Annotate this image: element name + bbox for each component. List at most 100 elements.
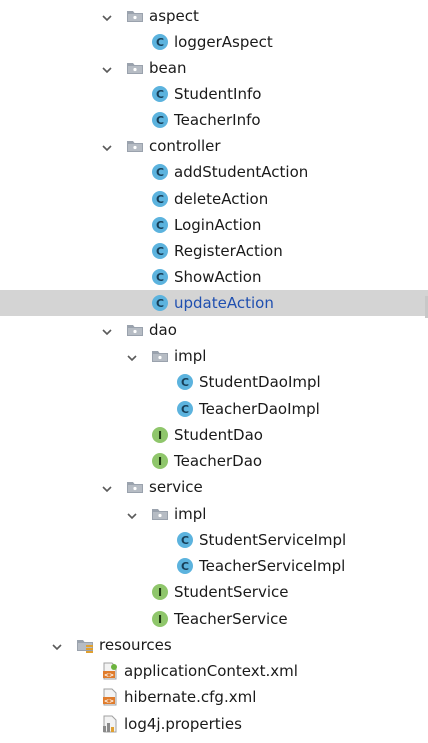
chevron-down-icon[interactable] [101,140,113,152]
tree-item-label: controller [149,137,221,155]
tree-item-label: applicationContext.xml [124,662,298,680]
class-icon: C [176,557,194,575]
tree-class-TeacherDaoImpl[interactable]: C TeacherDaoImpl [0,396,428,422]
svg-text:C: C [181,376,189,389]
interface-icon: I [151,583,169,601]
class-icon: C [151,85,169,103]
tree-class-RegisterAction[interactable]: C RegisterAction [0,238,428,264]
chevron-down-icon[interactable] [51,639,63,651]
interface-icon: I [151,452,169,470]
chevron-down-icon[interactable] [101,10,113,22]
tree-item-label: hibernate.cfg.xml [124,688,257,706]
resources-folder-icon [76,636,94,654]
svg-text:<>: <> [104,698,114,705]
tree-item-label: StudentService [174,583,289,601]
class-icon: C [151,190,169,208]
tree-package-service-impl[interactable]: impl [0,501,428,527]
tree-class-updateAction[interactable]: C updateAction [0,290,428,316]
tree-interface-TeacherService[interactable]: I TeacherService [0,606,428,632]
interface-icon: I [151,610,169,628]
folder-package-icon [126,137,144,155]
tree-item-label: aspect [149,7,199,25]
tree-item-label: StudentDaoImpl [199,373,321,391]
svg-text:C: C [181,403,189,416]
properties-file-icon [101,715,119,733]
svg-text:C: C [181,560,189,573]
tree-class-TeacherServiceImpl[interactable]: C TeacherServiceImpl [0,553,428,579]
class-icon: C [151,216,169,234]
tree-package-dao-impl[interactable]: impl [0,343,428,369]
folder-package-icon [126,7,144,25]
tree-package-aspect[interactable]: aspect [0,3,428,29]
project-tree: aspect C loggerAspect bean C StudentInfo… [0,0,428,743]
tree-class-StudentInfo[interactable]: C StudentInfo [0,81,428,107]
tree-interface-StudentService[interactable]: I StudentService [0,579,428,605]
tree-class-TeacherInfo[interactable]: C TeacherInfo [0,107,428,133]
svg-text:C: C [156,271,164,284]
chevron-down-icon[interactable] [126,350,138,362]
tree-interface-StudentDao[interactable]: I StudentDao [0,422,428,448]
tree-class-loggerAspect[interactable]: C loggerAspect [0,29,428,55]
tree-interface-TeacherDao[interactable]: I TeacherDao [0,448,428,474]
tree-item-label: bean [149,59,187,77]
tree-folder-resources[interactable]: resources [0,632,428,658]
svg-text:I: I [158,613,162,626]
svg-text:C: C [156,36,164,49]
svg-text:C: C [181,534,189,547]
tree-class-StudentServiceImpl[interactable]: C StudentServiceImpl [0,527,428,553]
class-icon: C [176,531,194,549]
folder-package-icon [151,505,169,523]
tree-file-log4j-properties[interactable]: log4j.properties [0,711,428,737]
chevron-down-icon[interactable] [101,62,113,74]
tree-package-service[interactable]: service [0,474,428,500]
vertical-scrollbar[interactable] [424,0,428,743]
svg-text:C: C [156,297,164,310]
tree-class-ShowAction[interactable]: C ShowAction [0,264,428,290]
tree-item-label: loggerAspect [174,33,273,51]
tree-item-label: TeacherDao [174,452,263,470]
chevron-down-icon[interactable] [126,508,138,520]
tree-class-StudentDaoImpl[interactable]: C StudentDaoImpl [0,369,428,395]
tree-class-addStudentAction[interactable]: C addStudentAction [0,159,428,185]
tree-package-dao[interactable]: dao [0,317,428,343]
svg-text:<>: <> [104,672,114,679]
class-icon: C [151,111,169,129]
tree-package-bean[interactable]: bean [0,55,428,81]
tree-item-label: RegisterAction [174,242,283,260]
folder-package-icon [151,347,169,365]
svg-text:C: C [156,166,164,179]
svg-text:C: C [156,219,164,232]
class-icon: C [151,294,169,312]
tree-item-label: resources [99,636,172,654]
tree-item-label: TeacherInfo [174,111,261,129]
folder-package-icon [126,59,144,77]
folder-package-icon [126,321,144,339]
svg-text:C: C [156,114,164,127]
tree-item-label: log4j.properties [124,715,242,733]
class-icon: C [151,163,169,181]
folder-package-icon [126,478,144,496]
tree-item-label: impl [174,347,207,365]
svg-text:C: C [156,193,164,206]
chevron-down-icon[interactable] [101,324,113,336]
tree-item-label: TeacherServiceImpl [199,557,346,575]
xml-file-icon: <> [101,688,119,706]
tree-package-controller[interactable]: controller [0,133,428,159]
tree-file-hibernate-cfg[interactable]: <> hibernate.cfg.xml [0,684,428,710]
tree-item-label: TeacherDaoImpl [199,400,320,418]
tree-item-label: StudentInfo [174,85,262,103]
tree-file-applicationContext[interactable]: <> applicationContext.xml [0,658,428,684]
tree-item-label: TeacherService [174,610,288,628]
svg-text:C: C [156,88,164,101]
tree-item-label: impl [174,505,207,523]
class-icon: C [151,268,169,286]
tree-class-deleteAction[interactable]: C deleteAction [0,186,428,212]
svg-text:I: I [158,455,162,468]
tree-item-label: StudentServiceImpl [199,531,347,549]
svg-text:I: I [158,429,162,442]
tree-item-label: dao [149,321,177,339]
svg-text:I: I [158,586,162,599]
chevron-down-icon[interactable] [101,481,113,493]
tree-item-label: deleteAction [174,190,269,208]
tree-class-LoginAction[interactable]: C LoginAction [0,212,428,238]
